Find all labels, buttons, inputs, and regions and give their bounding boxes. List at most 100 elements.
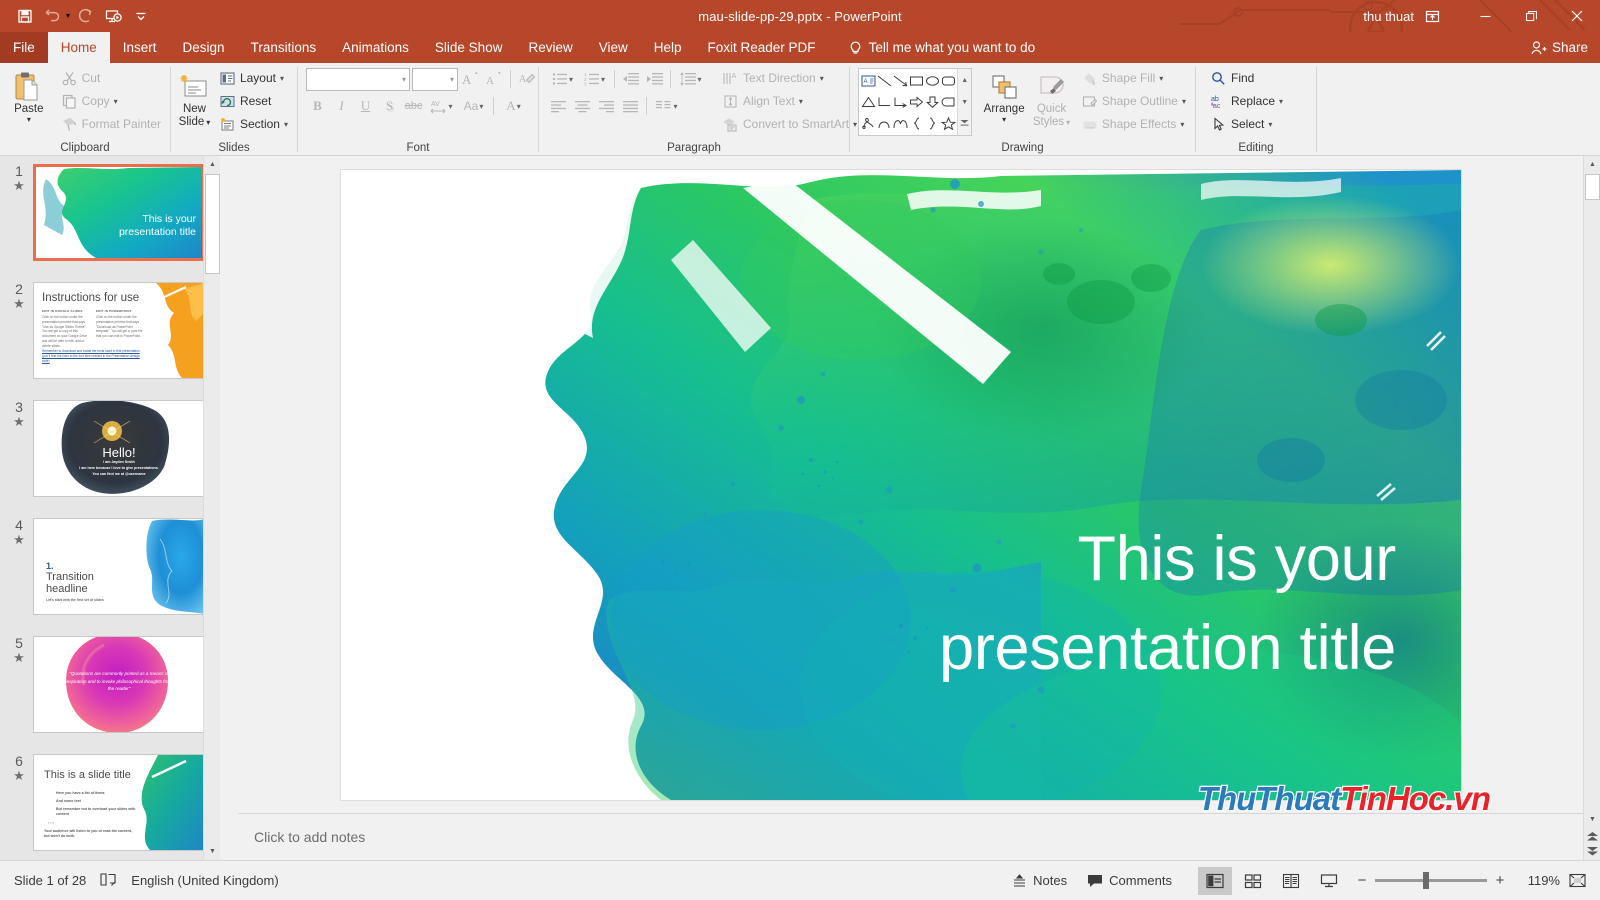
zoom-level[interactable]: 119% xyxy=(1516,873,1560,888)
share-button[interactable]: Share xyxy=(1531,32,1588,63)
line-spacing-caret-icon[interactable]: ▾ xyxy=(697,75,701,84)
section-button[interactable]: Section ▾ xyxy=(215,113,292,135)
align-text-caret-icon[interactable]: ▾ xyxy=(799,97,803,106)
arrange-dropdown-caret-icon[interactable]: ▾ xyxy=(1002,115,1006,123)
list-item[interactable]: 3 ★ Hello! I am Jayden Smith I am here b… xyxy=(0,392,220,510)
decrease-font-size-button[interactable]: A xyxy=(483,68,506,91)
copy-caret-icon[interactable]: ▾ xyxy=(114,97,118,106)
thumbnail-card-2[interactable]: Instructions for use EDIT IN GOOGLE SLID… xyxy=(33,282,205,379)
tab-animations[interactable]: Animations xyxy=(329,32,422,63)
zoom-slider-track[interactable] xyxy=(1375,872,1487,889)
layout-button[interactable]: Layout ▾ xyxy=(215,67,292,89)
scroll-up-icon[interactable]: ▲ xyxy=(1584,156,1600,173)
replace-caret-icon[interactable]: ▾ xyxy=(1279,97,1283,106)
window-controls[interactable] xyxy=(1462,0,1600,32)
list-item[interactable]: 2 ★ Instructions for use EDIT IN GOOGLE … xyxy=(0,274,220,392)
left-brace-shape[interactable] xyxy=(908,113,924,134)
shape-outline-button[interactable]: Shape Outline ▾ xyxy=(1077,90,1190,112)
bullets-caret-icon[interactable]: ▾ xyxy=(569,75,573,84)
tell-me-search[interactable]: Tell me what you want to do xyxy=(837,32,1048,63)
line-spacing-button[interactable]: ▾ xyxy=(675,68,706,91)
align-left-button[interactable] xyxy=(547,95,570,118)
next-slide-button[interactable] xyxy=(1584,844,1600,859)
new-slide-button[interactable]: New Slide ▾ xyxy=(176,67,213,129)
align-right-button[interactable] xyxy=(595,95,618,118)
font-color-button[interactable]: A ▾ xyxy=(498,95,529,118)
underline-button[interactable]: U xyxy=(354,95,377,118)
zoom-in-button[interactable]: + xyxy=(1494,872,1506,889)
change-case-caret-icon[interactable]: ▾ xyxy=(479,102,483,111)
list-item[interactable]: 4 ★ 1. Transition headline Let's start w… xyxy=(0,510,220,628)
slide-sorter-view-button[interactable] xyxy=(1236,867,1270,895)
bullets-button[interactable]: ▾ xyxy=(547,68,578,91)
arc-shape[interactable] xyxy=(876,113,892,134)
close-button[interactable] xyxy=(1554,0,1600,32)
shapes-gallery[interactable]: A ▲ ▼ xyxy=(858,68,973,136)
tab-insert[interactable]: Insert xyxy=(110,32,170,63)
tab-help[interactable]: Help xyxy=(641,32,695,63)
rounded-rectangle-shape[interactable] xyxy=(940,70,956,91)
align-text-button[interactable]: Align Text ▾ xyxy=(718,90,861,112)
tab-foxit-reader-pdf[interactable]: Foxit Reader PDF xyxy=(695,32,829,63)
tab-design[interactable]: Design xyxy=(170,32,238,63)
curve-shape[interactable] xyxy=(892,113,908,134)
new-slide-dropdown-caret-icon[interactable]: ▾ xyxy=(206,118,210,126)
change-case-button[interactable]: Aa ▾ xyxy=(458,95,489,118)
shapes-more-icon[interactable] xyxy=(958,113,971,135)
slide-scrollbar[interactable]: ▲ ▼ xyxy=(1583,156,1600,860)
slide-thumbnail-pane[interactable]: 1 ★ This is your presentation title 2 ★ … xyxy=(0,156,220,860)
shape-outline-caret-icon[interactable]: ▾ xyxy=(1182,97,1186,106)
format-painter-button[interactable]: Format Painter xyxy=(57,113,165,135)
scrollbar-thumb[interactable] xyxy=(1585,174,1600,200)
oval-shape[interactable] xyxy=(924,70,940,91)
reading-view-button[interactable] xyxy=(1274,867,1308,895)
increase-indent-button[interactable] xyxy=(643,68,666,91)
arrow-shape[interactable] xyxy=(892,70,908,91)
tab-review[interactable]: Review xyxy=(515,32,585,63)
notes-pane[interactable]: Click to add notes xyxy=(238,813,1583,860)
thumbnail-pane-scrollbar[interactable]: ▲ ▼ xyxy=(203,156,220,860)
font-name-caret-icon[interactable]: ▾ xyxy=(399,75,406,84)
tab-transitions[interactable]: Transitions xyxy=(238,32,330,63)
font-color-caret-icon[interactable]: ▾ xyxy=(517,102,521,111)
zoom-slider[interactable]: − + xyxy=(1356,872,1506,889)
align-center-button[interactable] xyxy=(571,95,594,118)
shapes-gallery-scrollbar[interactable]: ▲ ▼ xyxy=(957,69,972,135)
clear-formatting-button[interactable]: A xyxy=(515,68,538,91)
shape-fill-button[interactable]: Shape Fill ▾ xyxy=(1077,67,1190,89)
font-name-combo[interactable]: ▾ xyxy=(306,67,410,91)
italic-button[interactable]: I xyxy=(330,95,353,118)
triangle-shape[interactable] xyxy=(860,91,876,112)
right-arrow-shape[interactable] xyxy=(908,91,924,112)
thumbnail-card-1[interactable]: This is your presentation title xyxy=(33,164,205,261)
thumbnail-card-3[interactable]: Hello! I am Jayden Smith I am here becau… xyxy=(33,400,205,497)
fit-slide-to-window-button[interactable] xyxy=(1564,868,1590,894)
bold-button[interactable]: B xyxy=(306,95,329,118)
thumbnail-card-4[interactable]: 1. Transition headline Let's start with … xyxy=(33,518,205,615)
zoom-out-button[interactable]: − xyxy=(1356,872,1368,889)
slide-show-button[interactable] xyxy=(1312,867,1346,895)
tab-slide-show[interactable]: Slide Show xyxy=(422,32,516,63)
tab-home[interactable]: Home xyxy=(47,32,110,63)
paste-dropdown-caret-icon[interactable]: ▾ xyxy=(27,115,31,123)
star-shape[interactable] xyxy=(940,113,956,134)
text-direction-caret-icon[interactable]: ▾ xyxy=(820,74,824,83)
right-brace-shape[interactable] xyxy=(924,113,940,134)
strikethrough-button[interactable]: abc xyxy=(402,95,425,118)
reset-button[interactable]: Reset xyxy=(215,90,292,112)
comments-button[interactable]: Comments xyxy=(1079,867,1180,895)
notes-toggle-button[interactable]: Notes xyxy=(1004,867,1075,895)
account-name[interactable]: thu thuat xyxy=(1363,0,1414,32)
list-item[interactable]: 6 ★ This is a slide title Here you have … xyxy=(0,746,220,860)
font-size-combo[interactable]: ▾ xyxy=(412,67,458,91)
previous-slide-button[interactable] xyxy=(1584,829,1600,844)
scroll-down-icon[interactable]: ▼ xyxy=(1584,811,1600,828)
quick-styles-caret-icon[interactable]: ▾ xyxy=(1066,118,1070,126)
columns-caret-icon[interactable]: ▾ xyxy=(673,102,677,111)
restore-button[interactable] xyxy=(1508,0,1554,32)
down-arrow-shape[interactable] xyxy=(924,91,940,112)
textbox-shape[interactable]: A xyxy=(860,70,876,91)
minimize-button[interactable] xyxy=(1462,0,1508,32)
paste-button[interactable]: Paste ▾ xyxy=(5,67,53,123)
slide-canvas[interactable]: This is your presentation title xyxy=(341,170,1461,800)
